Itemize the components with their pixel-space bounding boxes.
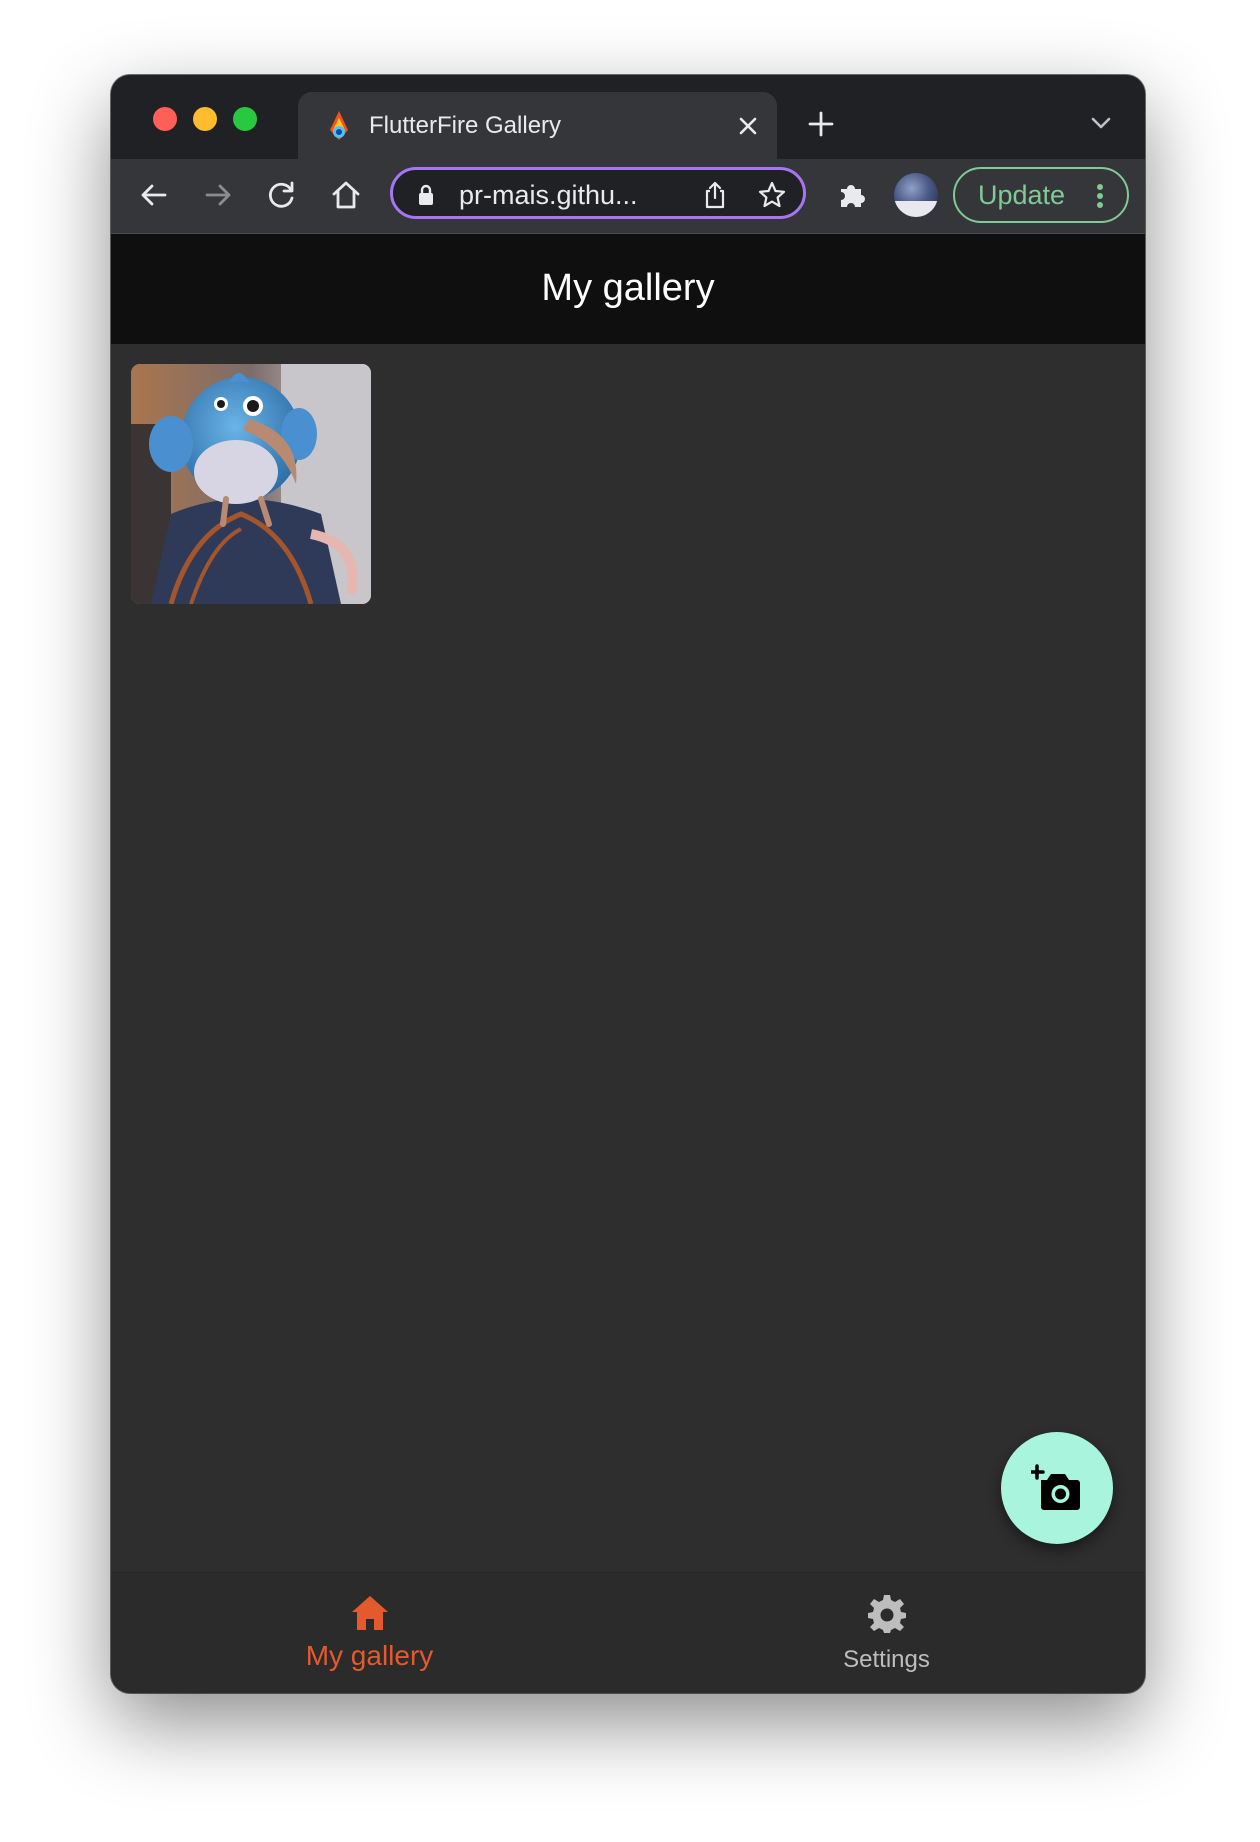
nav-item-label: Settings — [843, 1646, 930, 1673]
browser-window: FlutterFire Gallery pr-mais.githu... Upd… — [111, 75, 1145, 1693]
flutterfire-favicon-icon — [330, 111, 348, 140]
home-icon[interactable] — [329, 178, 363, 212]
gallery-image-thumbnail[interactable] — [131, 364, 371, 604]
more-vert-icon[interactable] — [1096, 183, 1104, 209]
plush-bird-photo — [131, 364, 371, 604]
app-bar: My gallery — [111, 234, 1145, 344]
bottom-navigation: My gallery Settings — [111, 1572, 1145, 1693]
nav-item-label: My gallery — [305, 1640, 434, 1671]
page-title: My gallery — [541, 267, 715, 309]
update-button-label: Update — [978, 180, 1066, 210]
new-tab-icon[interactable] — [806, 109, 836, 139]
browser-tab-active[interactable]: FlutterFire Gallery — [298, 92, 777, 159]
share-icon[interactable] — [701, 180, 729, 210]
tab-title: FlutterFire Gallery — [369, 112, 562, 139]
avatar-badge — [894, 201, 938, 217]
close-icon[interactable] — [735, 113, 761, 139]
close-window-button[interactable] — [153, 107, 177, 131]
nav-item-settings[interactable]: Settings — [628, 1573, 1145, 1693]
browser-toolbar: pr-mais.githu... Update — [111, 159, 1145, 234]
address-bar-url: pr-mais.githu... — [459, 180, 638, 210]
reload-icon[interactable] — [265, 178, 299, 212]
back-icon[interactable] — [137, 178, 171, 212]
add-photo-camera-icon — [1031, 1464, 1080, 1510]
maximize-window-button[interactable] — [233, 107, 257, 131]
star-icon[interactable] — [757, 180, 787, 210]
address-bar[interactable]: pr-mais.githu... — [390, 167, 806, 219]
forward-icon[interactable] — [201, 178, 235, 212]
add-photo-fab[interactable] — [1001, 1432, 1113, 1544]
gallery-grid — [111, 344, 1145, 1572]
profile-avatar[interactable] — [894, 173, 938, 217]
minimize-window-button[interactable] — [193, 107, 217, 131]
extensions-icon[interactable] — [835, 178, 869, 212]
lock-icon[interactable] — [417, 184, 435, 206]
nav-item-my-gallery[interactable]: My gallery — [111, 1573, 628, 1693]
home-icon — [352, 1596, 388, 1630]
tab-menu-icon[interactable] — [1088, 112, 1114, 134]
settings-gear-icon — [868, 1595, 906, 1633]
update-button[interactable]: Update — [953, 167, 1129, 223]
browser-titlebar: FlutterFire Gallery — [111, 75, 1145, 159]
